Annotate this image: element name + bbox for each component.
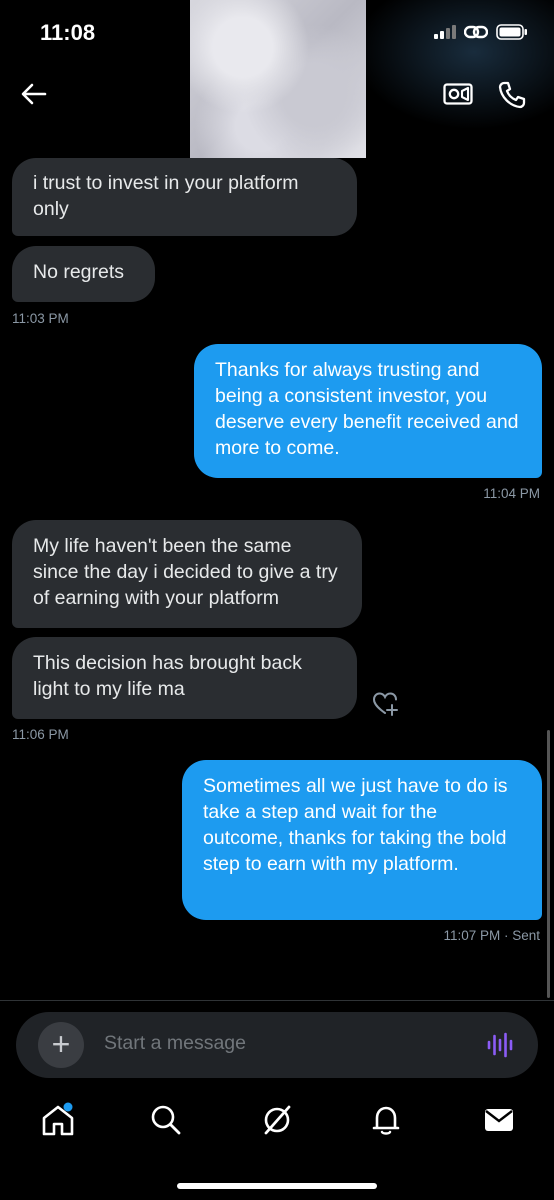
message-timestamp: 11:03 PM — [12, 311, 69, 326]
signal-icon — [434, 25, 456, 39]
message-composer[interactable] — [16, 1012, 538, 1078]
message-bubble-incoming[interactable]: This decision has brought back light to … — [12, 637, 357, 719]
status-time: 11:08 — [40, 20, 96, 45]
plus-icon: + — [51, 1026, 71, 1062]
message-bubble-outgoing[interactable]: Sometimes all we just have to do is take… — [182, 760, 542, 920]
search-icon[interactable] — [148, 1102, 184, 1138]
phone-icon[interactable] — [497, 80, 527, 110]
battery-icon — [496, 24, 527, 40]
add-media-button[interactable]: + — [38, 1022, 84, 1068]
message-timestamp-sent: 11:07 PM · Sent — [443, 928, 540, 943]
message-timestamp: 11:06 PM — [12, 727, 69, 742]
message-input[interactable]: Start a message — [104, 1032, 246, 1055]
video-call-icon[interactable] — [443, 80, 473, 108]
link-icon — [464, 25, 488, 39]
heart-plus-icon[interactable] — [372, 691, 400, 717]
message-bubble-incoming[interactable]: i trust to invest in your platform only — [12, 158, 357, 236]
message-bubble-incoming[interactable]: My life haven't been the same since the … — [12, 520, 362, 628]
message-bubble-incoming[interactable]: No regrets — [12, 246, 155, 302]
header-glow — [354, 0, 554, 130]
notifications-icon[interactable] — [368, 1102, 404, 1138]
home-icon[interactable] — [40, 1102, 76, 1138]
grok-icon[interactable] — [259, 1102, 295, 1138]
composer-divider — [0, 1000, 554, 1001]
status-icons — [434, 24, 528, 40]
messages-icon[interactable] — [481, 1102, 517, 1138]
voice-wave-icon[interactable] — [486, 1031, 514, 1059]
avatar[interactable] — [190, 0, 366, 158]
message-timestamp: 11:04 PM — [483, 486, 540, 501]
scrollbar[interactable] — [547, 730, 550, 998]
back-arrow-icon[interactable] — [20, 80, 48, 108]
home-indicator — [177, 1183, 377, 1189]
message-bubble-outgoing[interactable]: Thanks for always trusting and being a c… — [194, 344, 542, 478]
